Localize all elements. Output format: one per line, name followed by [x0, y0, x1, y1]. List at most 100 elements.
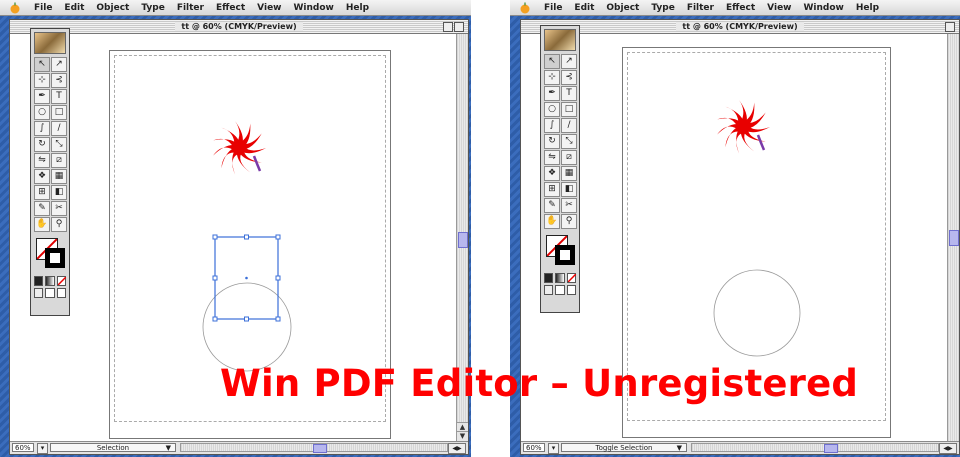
hand-tool[interactable]: ✋: [34, 217, 50, 232]
standard-screen-mode-button[interactable]: [544, 285, 554, 295]
pencil-tool[interactable]: ∕: [561, 118, 577, 133]
mesh-tool[interactable]: ⊞: [34, 185, 50, 200]
full-screen-menu-mode-button[interactable]: [555, 285, 565, 295]
shear-tool[interactable]: ⧄: [51, 153, 67, 168]
menu-object[interactable]: Object: [96, 3, 129, 13]
zoom-level-field[interactable]: 60%: [523, 443, 545, 452]
menu-file[interactable]: File: [34, 3, 52, 13]
zoom-level-field[interactable]: 60%: [12, 443, 34, 452]
hand-tool[interactable]: ✋: [544, 214, 560, 229]
scale-tool[interactable]: ⤡: [561, 134, 577, 149]
shear-tool[interactable]: ⧄: [561, 150, 577, 165]
pencil-tool[interactable]: ∕: [51, 121, 67, 136]
stroke-swatch[interactable]: [45, 248, 65, 268]
menu-type[interactable]: Type: [141, 3, 164, 13]
vertical-scrollbar[interactable]: [947, 34, 959, 441]
eyedropper-tool[interactable]: ✎: [544, 198, 560, 213]
lasso-tool[interactable]: ⊰: [561, 70, 577, 85]
color-button[interactable]: [34, 276, 44, 286]
menu-window[interactable]: Window: [803, 3, 843, 13]
menu-help[interactable]: Help: [346, 3, 369, 13]
selection-tool[interactable]: ↖: [544, 54, 560, 69]
apple-menu-icon[interactable]: [518, 1, 532, 14]
zoom-menu-icon[interactable]: ▾: [37, 443, 48, 454]
menu-edit[interactable]: Edit: [64, 3, 84, 13]
apple-menu-icon[interactable]: [8, 1, 22, 14]
reflect-tool[interactable]: ⇋: [544, 150, 560, 165]
selection-tool[interactable]: ↖: [34, 57, 50, 72]
collapse-box-icon[interactable]: [443, 22, 453, 32]
full-screen-mode-button[interactable]: [566, 285, 576, 295]
zoom-tool[interactable]: ⚲: [51, 217, 67, 232]
none-button[interactable]: [566, 273, 576, 283]
type-tool[interactable]: T: [561, 86, 577, 101]
paintbrush-tool[interactable]: ∫: [544, 118, 560, 133]
menu-view[interactable]: View: [257, 3, 281, 13]
menu-type[interactable]: Type: [651, 3, 674, 13]
scale-tool[interactable]: ⤡: [51, 137, 67, 152]
lasso-tool[interactable]: ⊰: [51, 73, 67, 88]
eyedropper-tool[interactable]: ✎: [34, 201, 50, 216]
ellipse-tool[interactable]: ○: [544, 102, 560, 117]
scroll-down-arrow-icon[interactable]: ▼: [457, 431, 468, 441]
horizontal-scroll-thumb[interactable]: [824, 444, 838, 453]
vertical-scroll-thumb[interactable]: [949, 230, 959, 246]
direct-selection-tool[interactable]: ↗: [51, 57, 67, 72]
gradient-tool[interactable]: ◧: [51, 185, 67, 200]
color-button[interactable]: [544, 273, 554, 283]
full-screen-menu-mode-button[interactable]: [45, 288, 55, 298]
group-selection-tool[interactable]: ⊹: [544, 70, 560, 85]
menu-window[interactable]: Window: [293, 3, 333, 13]
menu-effect[interactable]: Effect: [726, 3, 755, 13]
type-tool[interactable]: T: [51, 89, 67, 104]
standard-screen-mode-button[interactable]: [34, 288, 44, 298]
horizontal-scrollbar[interactable]: [180, 443, 448, 453]
window-title: tt @ 60% (CMYK/Preview): [676, 22, 804, 31]
menu-filter[interactable]: Filter: [687, 3, 714, 13]
ellipse-tool[interactable]: ○: [34, 105, 50, 120]
full-screen-mode-button[interactable]: [56, 288, 66, 298]
window-titlebar[interactable]: tt @ 60% (CMYK/Preview): [521, 20, 959, 34]
vertical-scroll-thumb[interactable]: [458, 232, 468, 248]
gradient-tool[interactable]: ◧: [561, 182, 577, 197]
menu-file[interactable]: File: [544, 3, 562, 13]
direct-selection-tool[interactable]: ↗: [561, 54, 577, 69]
menu-edit[interactable]: Edit: [574, 3, 594, 13]
group-selection-tool[interactable]: ⊹: [34, 73, 50, 88]
horizontal-scroll-thumb[interactable]: [313, 444, 327, 453]
gradient-button[interactable]: [555, 273, 565, 283]
graph-tool[interactable]: ▦: [561, 166, 577, 181]
menu-object[interactable]: Object: [606, 3, 639, 13]
reflect-tool[interactable]: ⇋: [34, 153, 50, 168]
menu-filter[interactable]: Filter: [177, 3, 204, 13]
paintbrush-tool[interactable]: ∫: [34, 121, 50, 136]
scroll-arrows-icon[interactable]: ◀▶: [448, 443, 466, 454]
rotate-tool[interactable]: ↻: [34, 137, 50, 152]
mesh-tool[interactable]: ⊞: [544, 182, 560, 197]
rectangle-tool[interactable]: □: [51, 105, 67, 120]
menu-help[interactable]: Help: [856, 3, 879, 13]
horizontal-scrollbar[interactable]: [691, 443, 939, 453]
zoom-box-icon[interactable]: [945, 22, 955, 32]
zoom-tool[interactable]: ⚲: [561, 214, 577, 229]
zoom-box-icon[interactable]: [454, 22, 464, 32]
scroll-arrows-icon[interactable]: ◀▶: [939, 443, 957, 454]
menu-view[interactable]: View: [767, 3, 791, 13]
none-button[interactable]: [56, 276, 66, 286]
gradient-button[interactable]: [45, 276, 55, 286]
pen-tool[interactable]: ✒: [34, 89, 50, 104]
status-mode-menu[interactable]: Selection ▼: [50, 443, 176, 452]
graph-tool[interactable]: ▦: [51, 169, 67, 184]
zoom-menu-icon[interactable]: ▾: [548, 443, 559, 454]
scissors-tool[interactable]: ✂: [561, 198, 577, 213]
symbol-sprayer-tool[interactable]: ❖: [34, 169, 50, 184]
scissors-tool[interactable]: ✂: [51, 201, 67, 216]
symbol-sprayer-tool[interactable]: ❖: [544, 166, 560, 181]
rectangle-tool[interactable]: □: [561, 102, 577, 117]
status-mode-menu[interactable]: Toggle Selection ▼: [561, 443, 687, 452]
pen-tool[interactable]: ✒: [544, 86, 560, 101]
window-titlebar[interactable]: tt @ 60% (CMYK/Preview): [10, 20, 468, 34]
menu-effect[interactable]: Effect: [216, 3, 245, 13]
stroke-swatch[interactable]: [555, 245, 575, 265]
rotate-tool[interactable]: ↻: [544, 134, 560, 149]
